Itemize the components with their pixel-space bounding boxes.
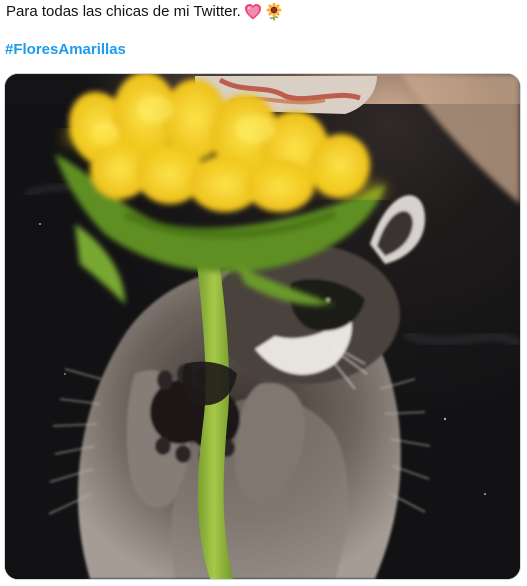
heart-icon (244, 4, 261, 20)
tweet-text-line: Para todas las chicas de mi Twitter. (6, 3, 283, 21)
raccoon-sunflower-photo (5, 74, 520, 579)
tweet-media-image[interactable] (4, 73, 521, 580)
sunflower-icon (266, 3, 282, 21)
hashtag-link[interactable]: #FloresAmarillas (5, 41, 126, 58)
tweet: Para todas las chicas de mi Twitter. #Fl… (0, 0, 527, 586)
tweet-text: Para todas las chicas de mi Twitter. (6, 3, 241, 20)
